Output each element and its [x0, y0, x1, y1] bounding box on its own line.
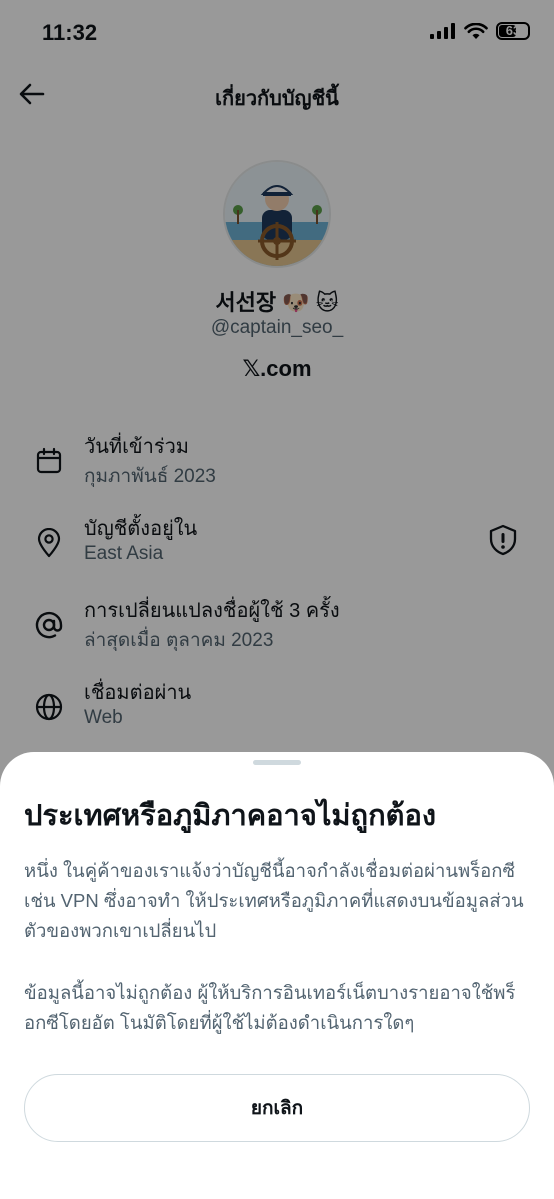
sheet-description-1: หนึ่ง ในคู่ค้าของเราแจ้งว่าบัญชีนี้อาจกำ… [24, 860, 524, 941]
bottom-sheet: ประเทศหรือภูมิภาคอาจไม่ถูกต้อง หนึ่ง ในค… [0, 752, 554, 1199]
about-account-page: 11:32 63 เกี่ยวกับบัญชีนี้ 서선장 🐶 🐱 @capt… [0, 0, 554, 1199]
sheet-description-2: ข้อมูลนี้อาจไม่ถูกต้อง ผู้ให้บริการอินเท… [24, 982, 516, 1033]
sheet-grabber[interactable] [253, 760, 301, 765]
cancel-button[interactable]: ยกเลิก [24, 1074, 530, 1142]
sheet-title: ประเทศหรือภูมิภาคอาจไม่ถูกต้อง [24, 800, 437, 832]
